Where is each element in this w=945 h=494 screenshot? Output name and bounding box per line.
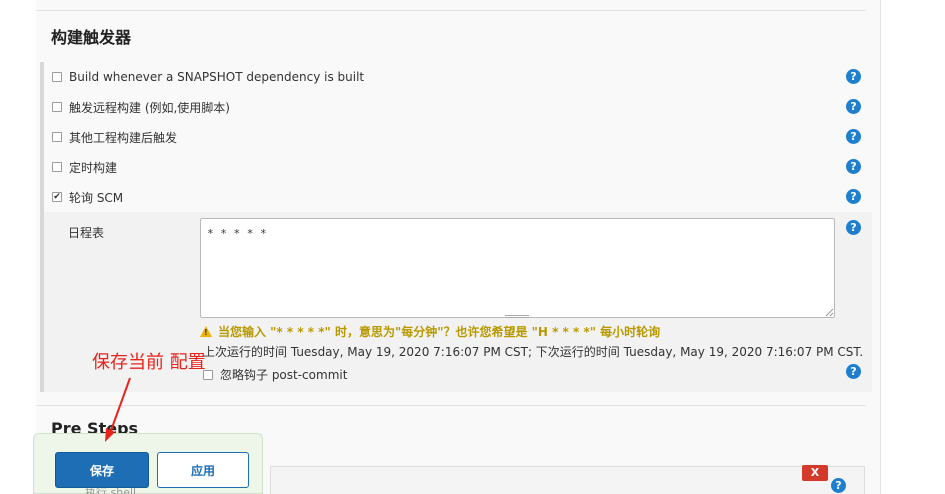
help-icon[interactable]: ? <box>846 129 861 144</box>
help-icon[interactable]: ? <box>846 364 861 379</box>
trigger-after-other-checkbox[interactable] <box>52 132 62 142</box>
schedule-warning: ! 当您输入 "* * * * *" 时，意思为"每分钟"？也许您希望是 "H … <box>200 323 660 340</box>
apply-button[interactable]: 应用 <box>157 452 249 488</box>
ignore-post-commit[interactable]: 忽略钩子 post-commit <box>203 366 347 383</box>
help-icon[interactable]: ? <box>846 99 861 114</box>
trigger-timer-checkbox[interactable] <box>52 162 62 172</box>
trigger-timer[interactable]: 定时构建 <box>52 157 117 177</box>
trigger-after-other[interactable]: 其他工程构建后触发 <box>52 127 177 147</box>
section-title-build-triggers: 构建触发器 <box>51 28 132 47</box>
save-button[interactable]: 保存 <box>55 452 149 488</box>
annotation-text: 保存当前 配置 <box>92 352 206 373</box>
ignore-post-commit-label: 忽略钩子 post-commit <box>220 368 348 382</box>
annotation-arrow-icon <box>105 377 131 442</box>
schedule-label: 日程表 <box>68 226 105 240</box>
trigger-snapshot-checkbox[interactable] <box>52 72 62 82</box>
trigger-poll-scm-label: 轮询 SCM <box>69 190 124 205</box>
schedule-warning-text: 当您输入 "* * * * *" 时，意思为"每分钟"？也许您希望是 "H * … <box>218 325 661 339</box>
help-icon[interactable]: ? <box>846 69 861 84</box>
trigger-poll-scm-checkbox[interactable]: ✔ <box>52 192 62 202</box>
delete-step-button[interactable]: X <box>802 465 828 481</box>
help-icon[interactable]: ? <box>846 159 861 174</box>
trigger-remote[interactable]: 触发远程构建 (例如,使用脚本) <box>52 97 230 117</box>
help-icon[interactable]: ? <box>846 220 861 235</box>
textarea-grip[interactable] <box>505 315 529 318</box>
help-icon[interactable]: ? <box>831 478 846 493</box>
trigger-timer-label: 定时构建 <box>69 160 118 175</box>
schedule-run-info: 上次运行的时间 Tuesday, May 19, 2020 7:16:07 PM… <box>203 345 864 359</box>
trigger-poll-scm[interactable]: ✔ 轮询 SCM <box>52 187 123 207</box>
trigger-snapshot[interactable]: Build whenever a SNAPSHOT dependency is … <box>52 67 364 87</box>
checkmark-icon: ✔ <box>53 191 61 202</box>
trigger-remote-checkbox[interactable] <box>52 102 62 112</box>
section-divider-top <box>36 10 866 11</box>
section-divider <box>36 405 866 406</box>
trigger-remote-label: 触发远程构建 (例如,使用脚本) <box>69 100 230 115</box>
build-step-box <box>270 466 865 494</box>
schedule-textarea[interactable]: * * * * * <box>200 218 835 318</box>
warning-icon: ! <box>200 326 212 337</box>
help-icon[interactable]: ? <box>846 189 861 204</box>
trigger-snapshot-label: Build whenever a SNAPSHOT dependency is … <box>69 70 365 84</box>
resize-handle-icon[interactable] <box>825 308 834 317</box>
trigger-after-other-label: 其他工程构建后触发 <box>69 130 178 145</box>
